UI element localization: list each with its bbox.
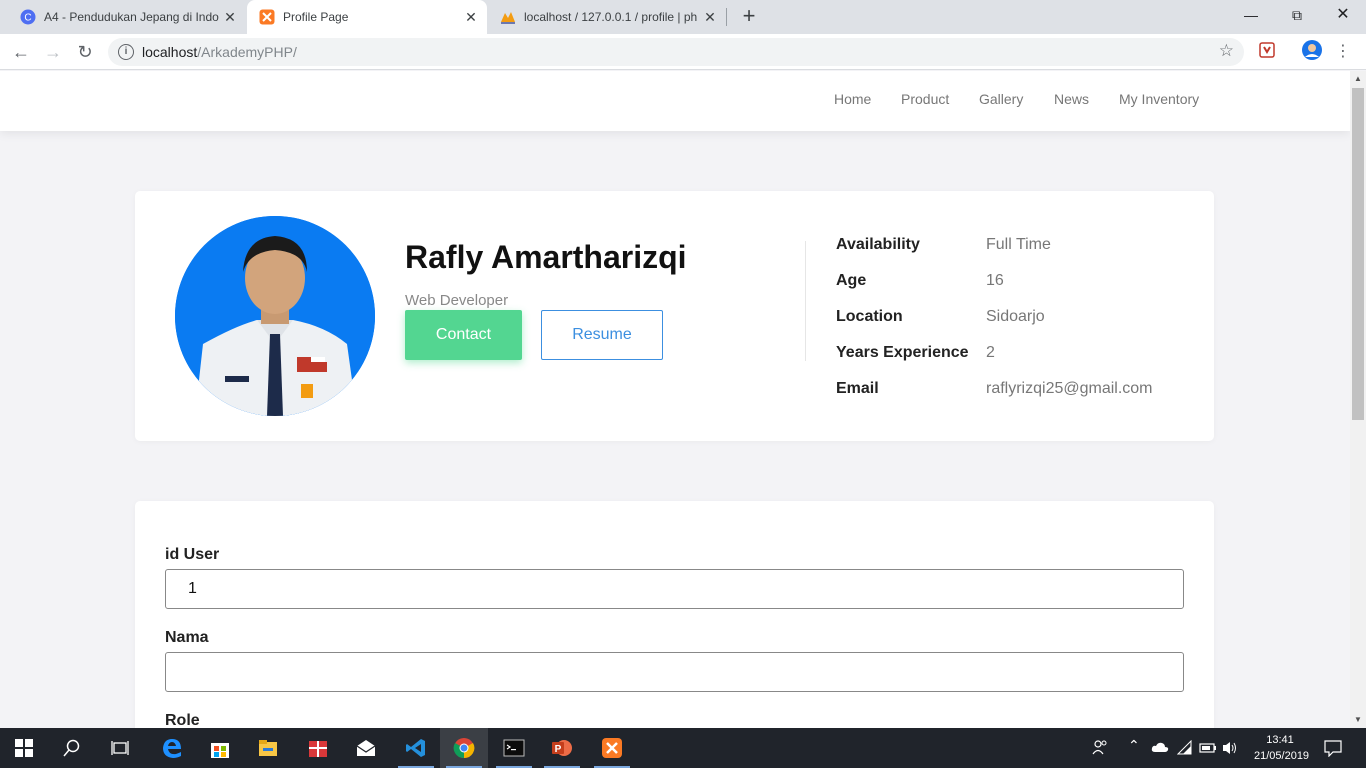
vscode-icon[interactable] xyxy=(392,728,440,768)
profile-photo xyxy=(175,216,375,416)
tab-title: Profile Page xyxy=(283,10,349,24)
role-label: Role xyxy=(165,712,200,728)
user-form-card: id User Nama Role xyxy=(135,501,1214,728)
bookmark-star-icon[interactable]: ☆ xyxy=(1219,41,1234,61)
powerpoint-icon[interactable]: P xyxy=(538,728,586,768)
vertical-divider xyxy=(805,241,806,361)
tab-title: localhost / 127.0.0.1 / profile | ph xyxy=(524,10,698,24)
person-photo-illustration xyxy=(175,216,375,416)
info-label: Years Experience xyxy=(836,344,969,361)
profile-name: Rafly Amartharizqi xyxy=(405,239,687,275)
scroll-down-arrow-icon[interactable]: ▼ xyxy=(1350,712,1366,728)
people-icon[interactable] xyxy=(1092,739,1108,755)
info-value: raflyrizqi25@gmail.com xyxy=(986,380,1153,397)
clock-date: 21/05/2019 xyxy=(1254,750,1310,762)
close-window-icon[interactable]: ✕ xyxy=(1320,0,1366,30)
edge-browser-icon[interactable] xyxy=(148,728,196,768)
minimize-icon[interactable]: — xyxy=(1228,0,1274,30)
page-scrollbar[interactable]: ▲ ▼ xyxy=(1350,71,1366,728)
nav-product[interactable]: Product xyxy=(901,91,949,107)
info-icon[interactable]: i xyxy=(118,44,134,60)
tab-a4-pendudukan[interactable]: C A4 - Pendudukan Jepang di Indo ✕ xyxy=(8,0,246,34)
profile-avatar-icon[interactable] xyxy=(1302,40,1322,60)
address-bar[interactable]: i localhost/ArkademyPHP/ ☆ xyxy=(108,38,1244,66)
restore-icon[interactable]: ⧉ xyxy=(1274,0,1320,30)
tab-profile-page[interactable]: Profile Page ✕ xyxy=(247,0,487,34)
system-clock[interactable]: 13:41 21/05/2019 xyxy=(1254,732,1310,764)
info-value: 2 xyxy=(986,344,995,361)
nama-input[interactable] xyxy=(165,652,1184,692)
task-view-icon[interactable] xyxy=(96,728,144,768)
close-tab-icon[interactable]: ✕ xyxy=(700,9,720,26)
search-icon[interactable] xyxy=(48,728,96,768)
svg-text:P: P xyxy=(555,744,562,755)
wifi-icon[interactable] xyxy=(1177,740,1193,756)
battery-icon[interactable] xyxy=(1199,740,1217,756)
chrome-icon[interactable] xyxy=(440,728,488,768)
id-user-input[interactable] xyxy=(165,569,1184,609)
terminal-icon[interactable] xyxy=(490,728,538,768)
c-site-icon: C xyxy=(20,9,36,25)
site-navbar: Home Product Gallery News My Inventory xyxy=(0,71,1350,131)
tab-phpmyadmin[interactable]: localhost / 127.0.0.1 / profile | ph ✕ xyxy=(488,0,726,34)
clock-time: 13:41 xyxy=(1266,734,1294,746)
svg-text:C: C xyxy=(24,13,31,24)
info-label: Email xyxy=(836,380,879,397)
browser-toolbar: ← → ↻ i localhost/ArkademyPHP/ ☆ ⋮ xyxy=(0,34,1366,70)
nav-home[interactable]: Home xyxy=(834,91,871,107)
file-explorer-icon[interactable] xyxy=(244,728,292,768)
xampp-taskbar-icon[interactable] xyxy=(588,728,636,768)
nav-news[interactable]: News xyxy=(1054,91,1089,107)
url-path: /ArkademyPHP/ xyxy=(197,44,297,60)
phpmyadmin-icon xyxy=(501,12,515,24)
scroll-up-arrow-icon[interactable]: ▲ xyxy=(1350,71,1366,87)
close-tab-icon[interactable]: ✕ xyxy=(220,9,240,26)
nav-my-inventory[interactable]: My Inventory xyxy=(1119,91,1199,107)
xampp-icon xyxy=(259,9,275,25)
info-value: Sidoarjo xyxy=(986,308,1045,325)
id-user-label: id User xyxy=(165,546,220,563)
browser-tab-strip: C A4 - Pendudukan Jepang di Indo ✕ Profi… xyxy=(0,0,1366,34)
profile-role: Web Developer xyxy=(405,292,509,309)
page-viewport: Home Product Gallery News My Inventory R… xyxy=(0,71,1350,728)
microsoft-store-icon[interactable] xyxy=(196,728,244,768)
profile-card: Rafly Amartharizqi Web Developer Contact… xyxy=(135,191,1214,441)
mail-icon[interactable] xyxy=(342,728,390,768)
extension-shield-icon[interactable] xyxy=(1259,42,1275,58)
reload-icon[interactable]: ↻ xyxy=(72,39,98,65)
back-arrow-icon[interactable]: ← xyxy=(8,39,34,65)
volume-icon[interactable] xyxy=(1222,740,1238,756)
gift-app-icon[interactable] xyxy=(294,728,342,768)
windows-start-icon[interactable] xyxy=(0,728,48,768)
nama-label: Nama xyxy=(165,629,209,646)
scrollbar-thumb[interactable] xyxy=(1352,88,1364,420)
windows-taskbar: P ⌃ 13:41 21/05/2019 xyxy=(0,728,1366,768)
onedrive-cloud-icon[interactable] xyxy=(1151,740,1169,754)
info-value: 16 xyxy=(986,272,1004,289)
url-host: localhost xyxy=(142,44,198,60)
notification-center-icon[interactable] xyxy=(1324,739,1342,757)
new-tab-button[interactable]: + xyxy=(737,4,761,28)
info-label: Availability xyxy=(836,236,920,253)
info-value: Full Time xyxy=(986,236,1051,253)
tab-separator xyxy=(726,8,727,26)
contact-button[interactable]: Contact xyxy=(405,310,522,360)
tab-title: A4 - Pendudukan Jepang di Indo xyxy=(44,10,219,24)
forward-arrow-icon[interactable]: → xyxy=(40,39,66,65)
info-label: Age xyxy=(836,272,867,289)
close-tab-icon[interactable]: ✕ xyxy=(461,9,481,26)
nav-gallery[interactable]: Gallery xyxy=(979,91,1023,107)
resume-button[interactable]: Resume xyxy=(541,310,663,360)
menu-kebab-icon[interactable]: ⋮ xyxy=(1330,39,1356,65)
info-label: Location xyxy=(836,308,903,325)
chevron-up-icon[interactable]: ⌃ xyxy=(1128,737,1140,754)
